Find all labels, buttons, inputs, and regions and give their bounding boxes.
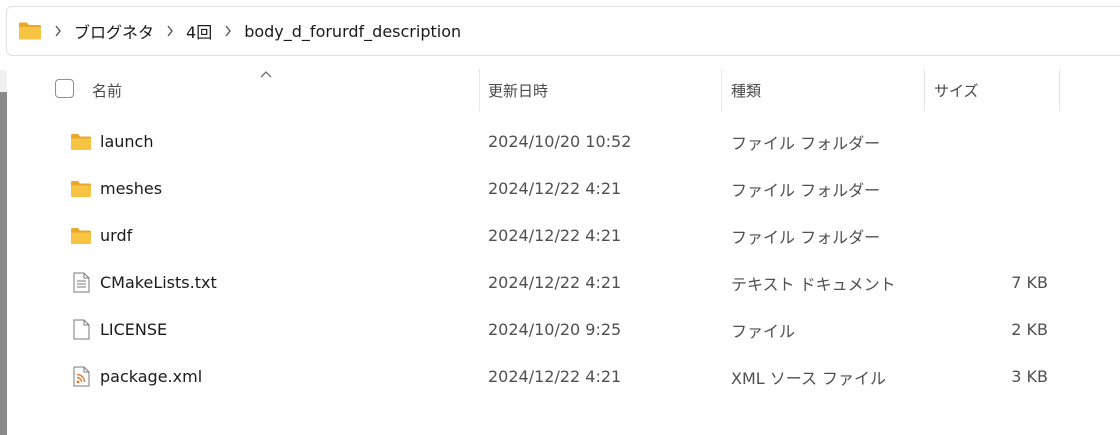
column-header-label: 種類 xyxy=(731,81,762,100)
file-name[interactable]: urdf xyxy=(100,212,132,259)
folder-icon xyxy=(18,21,42,41)
file-date: 2024/12/22 4:21 xyxy=(488,226,622,245)
file-type: テキスト ドキュメント xyxy=(731,274,896,294)
column-header-name[interactable]: 名前 xyxy=(83,69,479,111)
nav-pane-edge xyxy=(0,70,7,92)
chevron-right-icon[interactable] xyxy=(160,25,180,37)
file-row[interactable]: LICENSE 2024/10/20 9:25 ファイル 2 KB xyxy=(0,306,1120,353)
file-name[interactable]: LICENSE xyxy=(100,306,167,353)
text-file-icon xyxy=(73,259,90,306)
file-type: XML ソース ファイル xyxy=(731,368,887,388)
file-name[interactable]: meshes xyxy=(100,165,162,212)
file-type: ファイル フォルダー xyxy=(731,227,881,247)
file-date: 2024/10/20 10:52 xyxy=(488,132,632,151)
breadcrumb-current[interactable]: body_d_forurdf_description xyxy=(238,22,467,41)
column-header-label: 名前 xyxy=(92,81,123,100)
file-date: 2024/12/22 4:21 xyxy=(488,273,622,292)
file-row[interactable]: package.xml 2024/12/22 4:21 XML ソース ファイル… xyxy=(0,353,1120,400)
column-header-type[interactable]: 種類 xyxy=(722,69,924,111)
address-bar[interactable]: ブログネタ 4回 body_d_forurdf_description xyxy=(6,6,1120,56)
column-header-label: 更新日時 xyxy=(488,81,549,100)
folder-icon xyxy=(70,118,92,165)
select-all-checkbox[interactable] xyxy=(55,79,74,98)
file-name[interactable]: launch xyxy=(100,118,153,165)
file-size: 2 KB xyxy=(1011,320,1048,339)
file-row[interactable]: CMakeLists.txt 2024/12/22 4:21 テキスト ドキュメ… xyxy=(0,259,1120,306)
file-date: 2024/12/22 4:21 xyxy=(488,179,622,198)
file-name[interactable]: package.xml xyxy=(100,353,202,400)
breadcrumb-item[interactable]: ブログネタ xyxy=(68,19,160,43)
file-type: ファイル フォルダー xyxy=(731,133,881,153)
breadcrumb-item[interactable]: 4回 xyxy=(180,19,218,43)
file-row[interactable]: urdf 2024/12/22 4:21 ファイル フォルダー xyxy=(0,212,1120,259)
column-header-size[interactable]: サイズ xyxy=(925,69,1059,111)
chevron-right-icon[interactable] xyxy=(48,25,68,37)
xml-file-icon xyxy=(73,353,90,400)
blank-file-icon xyxy=(73,306,90,353)
column-divider[interactable] xyxy=(1059,69,1060,111)
file-size: 3 KB xyxy=(1011,367,1048,386)
file-row[interactable]: launch 2024/10/20 10:52 ファイル フォルダー xyxy=(0,118,1120,165)
file-date: 2024/12/22 4:21 xyxy=(488,367,622,386)
column-header-label: サイズ xyxy=(934,81,979,100)
file-name[interactable]: CMakeLists.txt xyxy=(100,259,217,306)
folder-icon xyxy=(70,165,92,212)
folder-icon xyxy=(70,212,92,259)
file-size: 7 KB xyxy=(1011,273,1048,292)
file-date: 2024/10/20 9:25 xyxy=(488,320,622,339)
chevron-right-icon[interactable] xyxy=(218,25,238,37)
file-type: ファイル フォルダー xyxy=(731,180,881,200)
file-type: ファイル xyxy=(731,321,796,341)
file-row[interactable]: meshes 2024/12/22 4:21 ファイル フォルダー xyxy=(0,165,1120,212)
column-header-date[interactable]: 更新日時 xyxy=(479,69,721,111)
